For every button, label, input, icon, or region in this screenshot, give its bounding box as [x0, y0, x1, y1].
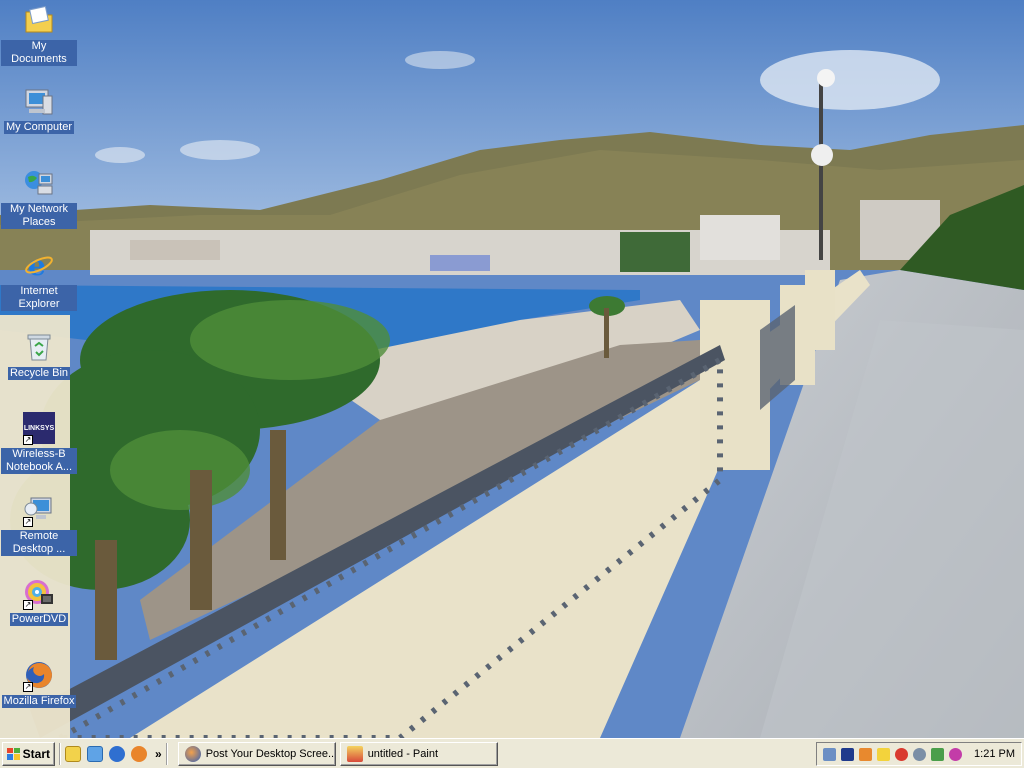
linksys-logo-text: LINKSYS — [23, 424, 55, 432]
quick-launch-overflow-button[interactable]: » — [155, 747, 162, 761]
internet-explorer-icon[interactable] — [87, 745, 103, 762]
shortcut-arrow-icon: ↗ — [23, 682, 33, 692]
firefox-icon[interactable] — [131, 745, 147, 762]
taskbar: Start » Post Your Desktop Scree... untit… — [0, 738, 1024, 768]
clock[interactable]: 1:21 PM — [974, 748, 1015, 760]
desktop-icon-my-network-places[interactable]: My Network Places — [0, 166, 78, 229]
my-computer-icon — [22, 84, 56, 118]
media-icon[interactable] — [949, 747, 962, 761]
recycle-bin-icon — [22, 330, 56, 364]
task-label: Post Your Desktop Scree... — [205, 747, 336, 760]
system-tray: 1:21 PM — [816, 742, 1022, 766]
network-icon[interactable] — [823, 747, 836, 761]
start-button[interactable]: Start — [2, 741, 55, 766]
firefox-icon — [184, 745, 201, 762]
start-label: Start — [22, 746, 50, 761]
volume-icon[interactable] — [859, 747, 872, 761]
remote-desktop-icon: ↗ — [22, 493, 56, 527]
printer-icon[interactable] — [931, 747, 944, 761]
shortcut-arrow-icon: ↗ — [23, 600, 33, 610]
wallpaper-photo — [0, 0, 1024, 738]
desktop-icon-label: Internet Explorer — [1, 285, 77, 311]
network-places-icon — [22, 166, 56, 200]
desktop-icon-recycle-bin[interactable]: Recycle Bin — [0, 330, 78, 380]
my-documents-folder-icon — [22, 3, 56, 37]
task-label: untitled - Paint — [367, 747, 439, 760]
powerdvd-icon: ↗ — [22, 576, 56, 610]
desktop-icon-mozilla-firefox[interactable]: ↗ Mozilla Firefox — [0, 658, 78, 708]
linksys-icon: LINKSYS ↗ — [22, 411, 56, 445]
desktop-icon-label: My Computer — [3, 121, 75, 134]
desktop-icon-label: My Network Places — [1, 203, 77, 229]
desktop-icon-label: Remote Desktop ... — [1, 530, 77, 556]
desktop-icon-label: PowerDVD — [9, 613, 69, 626]
quick-launch — [65, 745, 147, 762]
media-player-icon[interactable] — [109, 745, 125, 762]
desktop-icon-label: Mozilla Firefox — [1, 695, 77, 708]
messenger-icon[interactable] — [913, 747, 926, 761]
desktop-icon-label: Recycle Bin — [7, 367, 71, 380]
desktop-icon-wireless-b[interactable]: LINKSYS ↗ Wireless-B Notebook A... — [0, 411, 78, 474]
desktop-icon-my-documents[interactable]: My Documents — [0, 3, 78, 66]
desktop-icon-my-computer[interactable]: My Computer — [0, 84, 78, 134]
desktop-icon-label: Wireless-B Notebook A... — [1, 448, 77, 474]
taskbar-separator — [59, 742, 61, 765]
desktop-icon-internet-explorer[interactable]: e Internet Explorer — [0, 248, 78, 311]
windows-logo-icon — [7, 747, 20, 760]
internet-explorer-icon: e — [22, 248, 56, 282]
shortcut-arrow-icon: ↗ — [23, 517, 33, 527]
outlook-express-icon[interactable] — [65, 745, 81, 762]
shortcut-arrow-icon: ↗ — [23, 435, 33, 445]
update-icon[interactable] — [877, 747, 890, 761]
security-icon[interactable] — [841, 747, 854, 761]
task-button-paint[interactable]: untitled - Paint — [339, 741, 498, 766]
desktop-icon-label: My Documents — [1, 40, 77, 66]
antivirus-icon[interactable] — [895, 747, 908, 761]
taskbar-separator — [165, 742, 168, 765]
firefox-icon: ↗ — [22, 658, 56, 692]
desktop-icon-remote-desktop[interactable]: ↗ Remote Desktop ... — [0, 493, 78, 556]
task-button-firefox[interactable]: Post Your Desktop Scree... — [177, 741, 336, 766]
paint-icon — [346, 745, 363, 762]
desktop-icon-powerdvd[interactable]: ↗ PowerDVD — [0, 576, 78, 626]
wallpaper — [0, 0, 1024, 738]
